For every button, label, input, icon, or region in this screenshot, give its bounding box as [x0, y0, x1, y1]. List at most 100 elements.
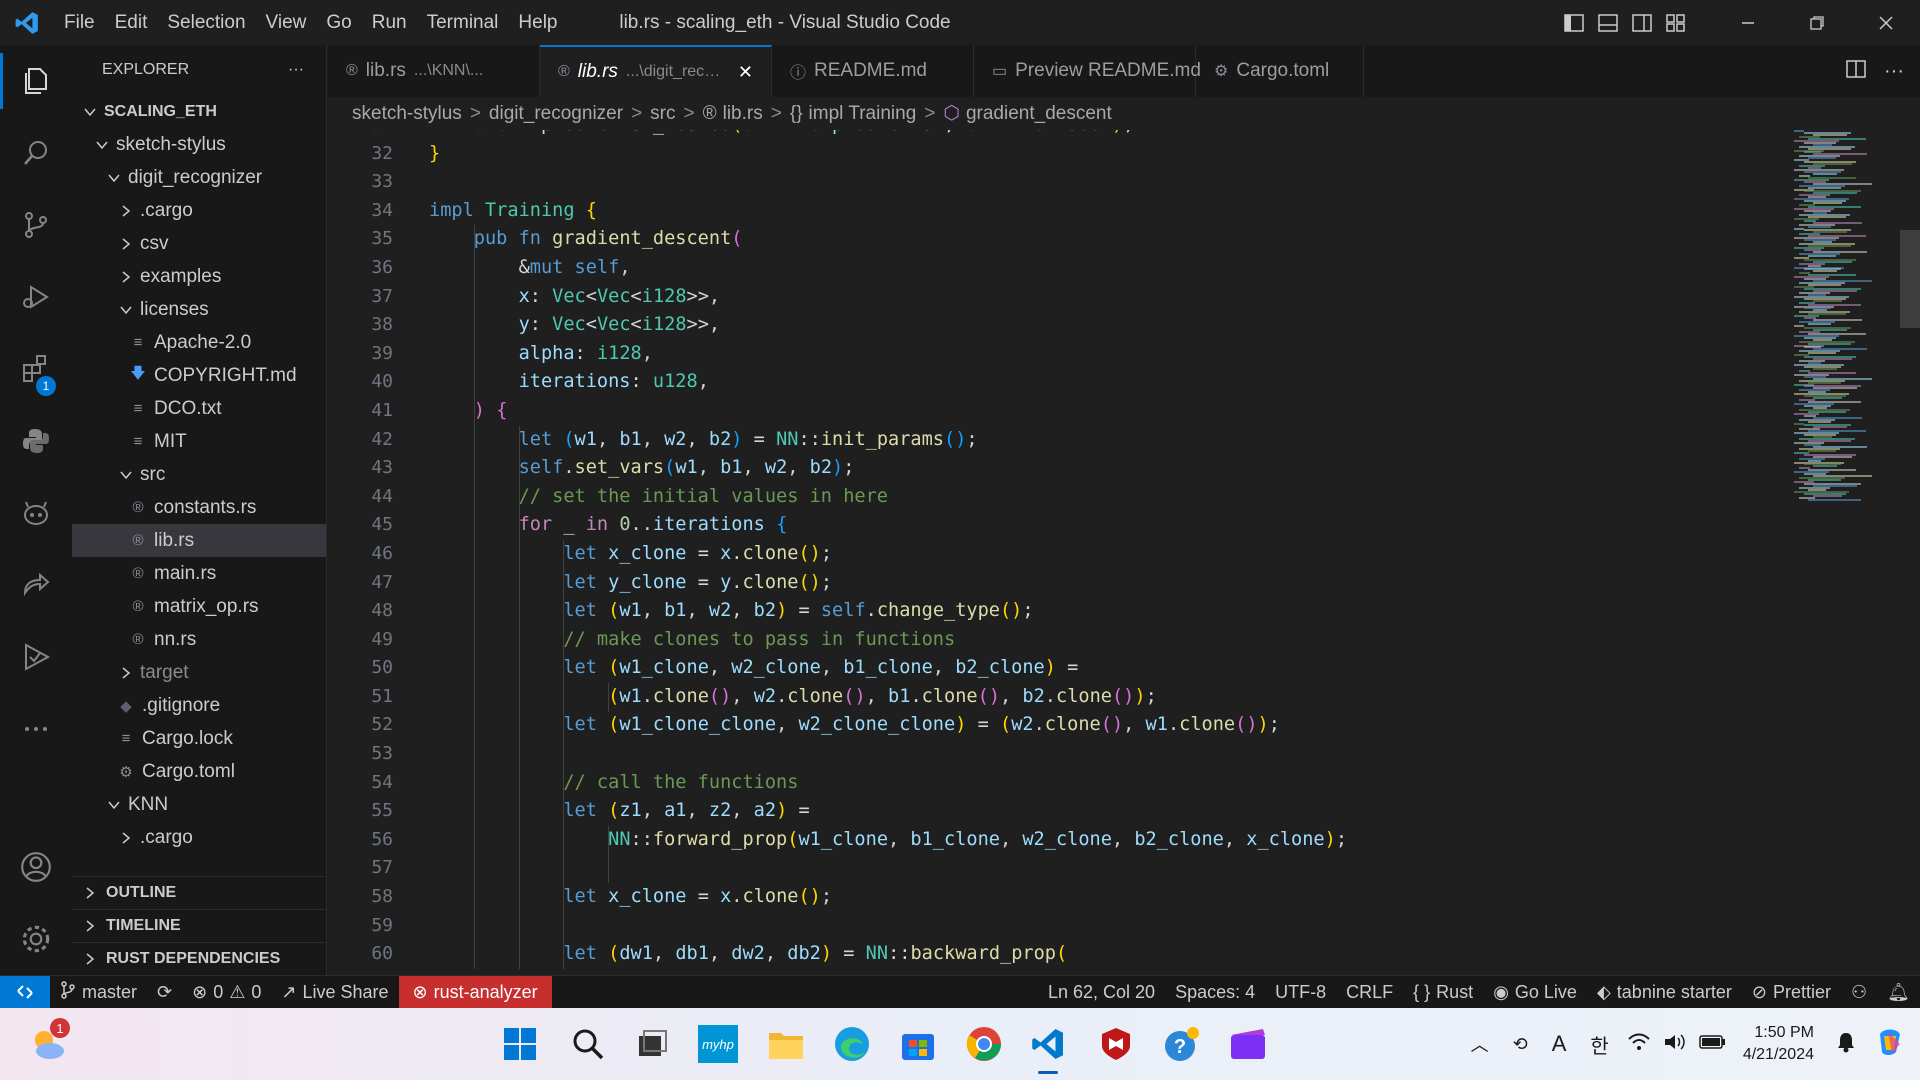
task-view-icon[interactable]	[630, 1022, 674, 1066]
code-line[interactable]: NN::forward_prop(w1_clone, b1_clone, w2_…	[429, 826, 1347, 855]
code-line[interactable]: let (w1_clone_clone, w2_clone_clone) = (…	[429, 711, 1347, 740]
prettier-status[interactable]: ⊘ Prettier	[1742, 976, 1841, 1009]
code-line[interactable]: let (w1, b1, w2, b2) = NN::init_params()…	[429, 426, 1347, 455]
mcafee-icon[interactable]	[1094, 1022, 1138, 1066]
testing-icon[interactable]	[0, 621, 72, 693]
sync-tray-icon[interactable]: ⟲	[1501, 1034, 1540, 1055]
editor-tab[interactable]: ® lib.rs ...\KNN\...	[328, 45, 540, 97]
tree-folder[interactable]: csv	[72, 227, 326, 260]
tree-file[interactable]: ⚙ Cargo.toml	[72, 755, 326, 788]
code-line[interactable]: }	[429, 140, 1347, 169]
windows-start-icon[interactable]	[498, 1022, 542, 1066]
minimap[interactable]	[1794, 130, 1894, 975]
live-share-icon[interactable]	[0, 549, 72, 621]
indentation[interactable]: Spaces: 4	[1165, 976, 1265, 1009]
branch-status[interactable]: master	[50, 976, 147, 1009]
code-line[interactable]: y: Vec<Vec<i128>>,	[429, 311, 1347, 340]
code-area[interactable]: event prediction_tested(uint128 predicti…	[429, 130, 1347, 969]
editor-more-icon[interactable]: ···	[1884, 60, 1904, 83]
live-share-status[interactable]: ↗ Live Share	[271, 976, 398, 1009]
weather-icon[interactable]: 1	[26, 1018, 70, 1066]
tree-folder[interactable]: sketch-stylus	[72, 128, 326, 161]
tree-folder[interactable]: examples	[72, 260, 326, 293]
volume-icon[interactable]	[1657, 1032, 1693, 1057]
myhp-icon[interactable]: myhp	[696, 1022, 740, 1066]
menu-go[interactable]: Go	[316, 0, 361, 45]
tabnine-status[interactable]: ⬖ tabnine starter	[1587, 976, 1742, 1009]
toggle-primary-sidebar-icon[interactable]	[1557, 0, 1591, 45]
vscode-taskbar-icon[interactable]	[1026, 1022, 1070, 1074]
settings-icon[interactable]	[0, 903, 72, 975]
tree-folder[interactable]: SCALING_ETH	[72, 95, 326, 128]
close-window-icon[interactable]	[1851, 0, 1920, 45]
search-icon[interactable]	[0, 117, 72, 189]
code-line[interactable]: // call the functions	[429, 769, 1347, 798]
rust-analyzer-status[interactable]: ⊗ rust-analyzer	[398, 975, 552, 1009]
code-line[interactable]: (w1.clone(), w2.clone(), b1.clone(), b2.…	[429, 683, 1347, 712]
tree-folder[interactable]: examples	[72, 854, 326, 855]
tree-file[interactable]: 🡇 COPYRIGHT.md	[72, 359, 326, 392]
close-tab-icon[interactable]: ✕	[738, 62, 753, 83]
code-line[interactable]: let (dw1, db1, dw2, db2) = NN::backward_…	[429, 940, 1347, 969]
copilot-icon[interactable]	[0, 477, 72, 549]
code-line[interactable]: let (z1, a1, z2, a2) =	[429, 797, 1347, 826]
accounts-icon[interactable]	[0, 831, 72, 903]
tree-folder[interactable]: .cargo	[72, 194, 326, 227]
editor-tab[interactable]: ▭ Preview README.md	[974, 45, 1201, 97]
menu-edit[interactable]: Edit	[105, 0, 158, 45]
menu-help[interactable]: Help	[508, 0, 567, 45]
problems-status[interactable]: ⊗ 0 ⚠ 0	[182, 976, 271, 1009]
source-control-icon[interactable]	[0, 189, 72, 261]
customize-layout-icon[interactable]	[1659, 0, 1693, 45]
code-line[interactable]: event prediction_tested(uint128 predicti…	[429, 130, 1347, 140]
code-line[interactable]: let (w1_clone, w2_clone, b1_clone, b2_cl…	[429, 654, 1347, 683]
menu-run[interactable]: Run	[362, 0, 417, 45]
explorer-more-icon[interactable]: ···	[288, 61, 304, 79]
code-editor[interactable]: 31 32 33 34 35 36 37 38 39 40 41 42 43 44 45 46 47 48 49 50…	[328, 130, 1920, 975]
tree-file[interactable]: ® nn.rs	[72, 623, 326, 656]
code-line[interactable]: &mut self,	[429, 254, 1347, 283]
encoding[interactable]: UTF-8	[1265, 976, 1336, 1009]
code-line[interactable]	[429, 740, 1347, 769]
menu-selection[interactable]: Selection	[157, 0, 255, 45]
help-icon[interactable]: ?	[1160, 1022, 1204, 1066]
tree-file[interactable]: ® matrix_op.rs	[72, 590, 326, 623]
tree-folder[interactable]: digit_recognizer	[72, 161, 326, 194]
python-icon[interactable]	[0, 405, 72, 477]
toggle-secondary-sidebar-icon[interactable]	[1625, 0, 1659, 45]
section-rust-dependencies[interactable]: RUST DEPENDENCIES	[72, 942, 326, 975]
tree-file[interactable]: ® main.rs	[72, 557, 326, 590]
language-mode[interactable]: { } Rust	[1403, 976, 1483, 1009]
tree-file[interactable]: ≡ DCO.txt	[72, 392, 326, 425]
tree-file[interactable]: ® lib.rs	[72, 524, 326, 557]
breadcrumb-item[interactable]: src	[650, 103, 675, 125]
tree-file[interactable]: ◆ .gitignore	[72, 689, 326, 722]
tree-file[interactable]: ≡ MIT	[72, 425, 326, 458]
ime-language-label[interactable]: 한	[1578, 1030, 1620, 1059]
show-hidden-icons-icon[interactable]: ︿	[1459, 1031, 1501, 1057]
breadcrumb-item[interactable]: digit_recognizer	[489, 103, 623, 125]
ime-mode-label[interactable]: A	[1540, 1031, 1579, 1057]
battery-icon[interactable]	[1693, 1033, 1733, 1056]
code-line[interactable]: ) {	[429, 397, 1347, 426]
code-line[interactable]: let x_clone = x.clone();	[429, 540, 1347, 569]
minimize-icon[interactable]	[1713, 0, 1782, 45]
code-line[interactable]: x: Vec<Vec<i128>>,	[429, 283, 1347, 312]
toggle-panel-icon[interactable]	[1591, 0, 1625, 45]
tree-folder[interactable]: licenses	[72, 293, 326, 326]
explorer-icon[interactable]	[0, 45, 72, 117]
copilot-taskbar-icon[interactable]	[1868, 1026, 1920, 1063]
clock[interactable]: 1:50 PM 4/21/2024	[1733, 1022, 1824, 1066]
tree-file[interactable]: ≡ Apache-2.0	[72, 326, 326, 359]
editor-scrollbar[interactable]	[1900, 230, 1920, 328]
menu-file[interactable]: File	[54, 0, 105, 45]
cursor-position[interactable]: Ln 62, Col 20	[1038, 976, 1165, 1009]
remote-indicator-icon[interactable]	[0, 975, 50, 1009]
accounts-status-icon[interactable]: ⚇	[1841, 976, 1877, 1009]
tree-folder[interactable]: KNN	[72, 788, 326, 821]
code-line[interactable]: // set the initial values in here	[429, 483, 1347, 512]
section-outline[interactable]: OUTLINE	[72, 876, 326, 909]
breadcrumb-item[interactable]: gradient_descent	[966, 103, 1112, 125]
code-line[interactable]: let y_clone = y.clone();	[429, 569, 1347, 598]
more-icon[interactable]	[0, 693, 72, 765]
